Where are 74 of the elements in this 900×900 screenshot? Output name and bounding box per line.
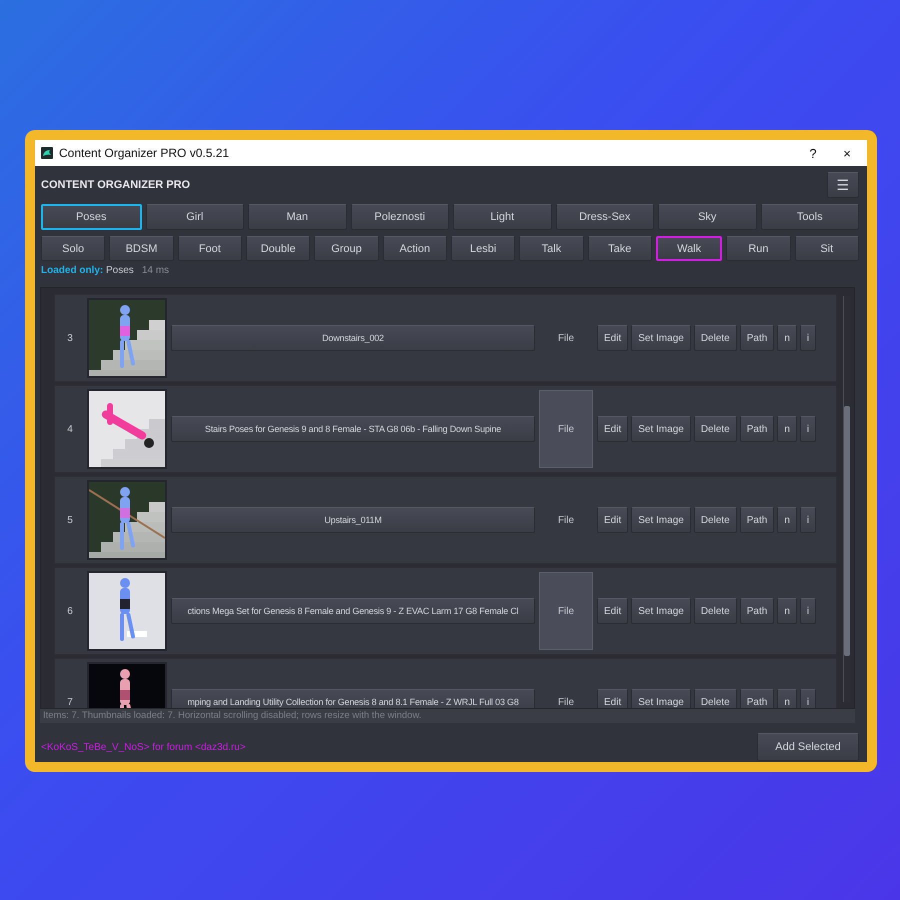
item-name-button[interactable]: ctions Mega Set for Genesis 8 Female and Genesis 9 - Z EVAC Larm 17 G8 Female Cl	[171, 598, 535, 624]
set-image-button[interactable]: Set Image	[631, 598, 691, 624]
subcategory-tab[interactable]: BDSM	[109, 236, 174, 261]
subcategory-tab[interactable]: Double	[246, 236, 310, 261]
name-button[interactable]: n	[777, 598, 797, 624]
row-number: 4	[66, 424, 74, 434]
subcategory-tab[interactable]: Take	[588, 236, 652, 261]
row-number: 7	[66, 696, 74, 708]
set-image-button[interactable]: Set Image	[631, 325, 691, 351]
delete-button[interactable]: Delete	[694, 598, 737, 624]
category-tab[interactable]: Dress-Sex	[556, 204, 654, 230]
menu-button[interactable]: ☰	[827, 172, 859, 198]
edit-button[interactable]: Edit	[597, 507, 628, 533]
subcategory-tab[interactable]: Lesbi	[450, 236, 516, 261]
name-button[interactable]: n	[777, 416, 797, 442]
path-button[interactable]: Path	[740, 689, 774, 708]
edit-button[interactable]: Edit	[597, 598, 628, 624]
info-button[interactable]: i	[800, 689, 816, 708]
subcategory-tab[interactable]: Group	[314, 236, 379, 261]
category-tab[interactable]: Sky	[658, 204, 756, 230]
add-selected-button[interactable]: Add Selected	[757, 733, 859, 761]
file-label: File	[539, 572, 593, 650]
category-tab[interactable]: Tools	[760, 204, 859, 230]
loaded-label: Loaded only:	[41, 265, 104, 276]
category-tab[interactable]: Man	[248, 204, 346, 230]
edit-button[interactable]: Edit	[597, 689, 628, 708]
edit-button[interactable]: Edit	[597, 325, 628, 351]
row-number: 3	[66, 332, 74, 344]
path-button[interactable]: Path	[740, 325, 774, 351]
set-image-button[interactable]: Set Image	[631, 689, 691, 708]
delete-button[interactable]: Delete	[694, 416, 737, 442]
category-tab[interactable]: Poses	[41, 204, 142, 230]
set-image-button[interactable]: Set Image	[631, 507, 691, 533]
file-label: File	[539, 390, 593, 468]
category-tab[interactable]: Girl	[146, 204, 244, 230]
path-button[interactable]: Path	[740, 416, 774, 442]
status-text: Items: 7. Thumbnails loaded: 7. Horizontal scrolling disabled; rows resize with the window.	[40, 709, 855, 723]
subcategory-tab[interactable]: Sit	[794, 236, 859, 261]
subcategory-tab[interactable]: Action	[382, 236, 447, 261]
name-button[interactable]: n	[777, 507, 797, 533]
window-title: Content Organizer PRO v0.5.21	[59, 146, 230, 160]
item-name-button[interactable]: mping and Landing Utility Collection for Genesis 8 and 8.1 Female - Z WRJL Full 03 G8	[171, 689, 535, 708]
loaded-value: Poses	[106, 265, 134, 276]
subcategory-tab[interactable]: Run	[726, 236, 791, 261]
set-image-button[interactable]: Set Image	[631, 416, 691, 442]
info-button[interactable]: i	[800, 416, 816, 442]
info-button[interactable]: i	[800, 325, 816, 351]
item-name-button[interactable]: Upstairs_011M	[171, 507, 535, 533]
app-logo-icon	[41, 147, 53, 159]
delete-button[interactable]: Delete	[694, 507, 737, 533]
delete-button[interactable]: Delete	[694, 689, 737, 708]
path-button[interactable]: Path	[740, 598, 774, 624]
item-name-button[interactable]: Stairs Poses for Genesis 9 and 8 Female - STA G8 06b - Falling Down Supine	[171, 416, 535, 442]
credit-text: <KoKoS_TeBe_V_NoS> for forum <daz3d.ru>	[41, 742, 246, 752]
delete-button[interactable]: Delete	[694, 325, 737, 351]
help-button[interactable]: ?	[799, 146, 827, 160]
load-time: 14 ms	[142, 265, 170, 276]
category-tab[interactable]: Light	[453, 204, 552, 230]
item-name-button[interactable]: Downstairs_002	[171, 325, 535, 351]
info-button[interactable]: i	[800, 507, 816, 533]
name-button[interactable]: n	[777, 689, 797, 708]
app-heading: CONTENT ORGANIZER PRO	[41, 179, 190, 191]
edit-button[interactable]: Edit	[597, 416, 628, 442]
subcategory-tab[interactable]: Talk	[519, 236, 584, 261]
category-tab[interactable]: Poleznosti	[350, 204, 449, 230]
row-number: 5	[66, 514, 74, 526]
info-button[interactable]: i	[800, 598, 816, 624]
row-number: 6	[66, 606, 74, 616]
name-button[interactable]: n	[777, 325, 797, 351]
subcategory-tab[interactable]: Walk	[656, 236, 722, 261]
path-button[interactable]: Path	[740, 507, 774, 533]
subcategory-tab[interactable]: Solo	[41, 236, 106, 261]
close-button[interactable]: ×	[833, 146, 861, 160]
subcategory-tab[interactable]: Foot	[178, 236, 242, 261]
